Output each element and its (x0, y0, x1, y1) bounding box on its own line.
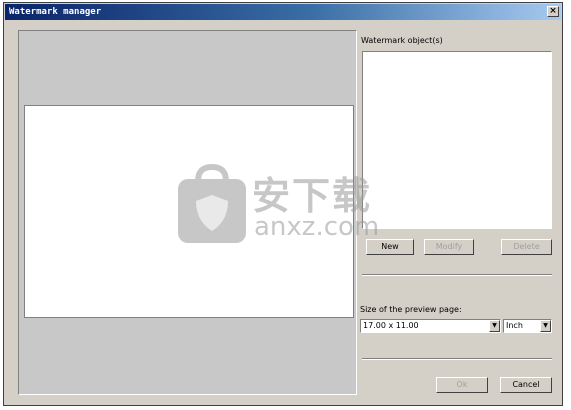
watermark-objects-list[interactable] (362, 51, 552, 229)
page-size-value: 17.00 x 11.00 (363, 321, 419, 330)
unit-value: Inch (506, 321, 523, 330)
separator-bottom (362, 358, 552, 360)
page-size-select[interactable]: 17.00 x 11.00 ▼ (360, 319, 501, 333)
preview-area (18, 30, 357, 395)
ok-button[interactable]: Ok (436, 377, 488, 393)
unit-select[interactable]: Inch ▼ (503, 319, 552, 333)
separator-top (362, 274, 552, 276)
preview-page (24, 105, 354, 318)
title-bar[interactable]: Watermark manager × (5, 4, 561, 20)
watermark-objects-label: Watermark object(s) (361, 36, 443, 45)
new-button[interactable]: New (366, 239, 414, 255)
chevron-down-icon[interactable]: ▼ (540, 320, 551, 332)
modify-button[interactable]: Modify (424, 239, 474, 255)
cancel-button[interactable]: Cancel (500, 377, 552, 393)
chevron-down-icon[interactable]: ▼ (489, 320, 500, 332)
page-size-label: Size of the preview page: (360, 305, 462, 314)
watermark-manager-dialog: Watermark manager × Watermark object(s) … (3, 2, 563, 406)
delete-button[interactable]: Delete (501, 239, 552, 255)
close-button[interactable]: × (547, 6, 559, 17)
window-title: Watermark manager (9, 7, 102, 17)
close-icon: × (549, 6, 557, 16)
